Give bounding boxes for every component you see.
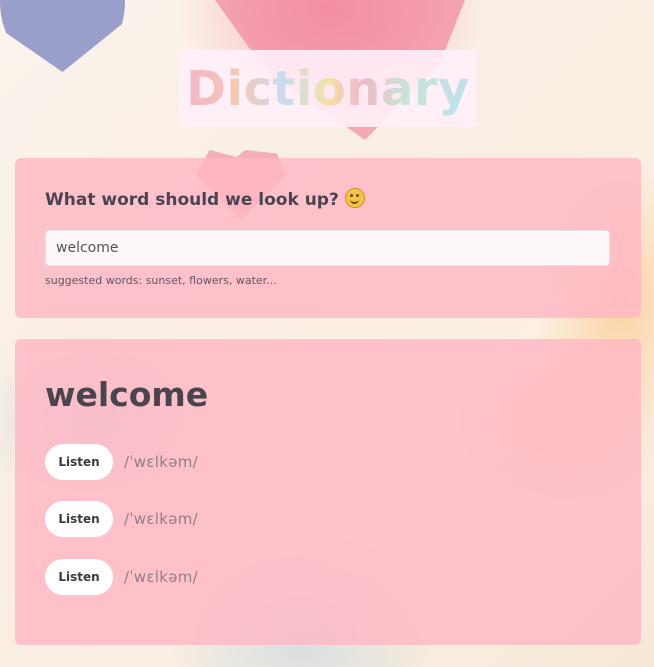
result-word: welcome <box>45 375 209 414</box>
phonetic-text: /ˈwɛlkəm/ <box>124 510 199 528</box>
listen-button[interactable]: Listen <box>45 444 113 480</box>
phonetic-row: Listen /ˈwɛlkəm/ <box>45 559 198 595</box>
phonetic-row: Listen /ˈwɛlkəm/ <box>45 501 198 537</box>
search-prompt-text: What word should we look up? <box>45 190 339 210</box>
suggested-words-hint: suggested words: sunset, flowers, water.… <box>45 274 277 287</box>
smiling-face-icon <box>344 188 365 208</box>
phonetic-row: Listen /ˈwɛlkəm/ <box>45 444 198 480</box>
result-card: welcome Listen /ˈwɛlkəm/ Listen /ˈwɛlkəm… <box>15 339 641 645</box>
listen-button[interactable]: Listen <box>45 559 113 595</box>
background-blue-heart <box>0 0 125 72</box>
phonetic-text: /ˈwɛlkəm/ <box>124 568 199 586</box>
listen-button[interactable]: Listen <box>45 501 113 537</box>
phonetic-text: /ˈwɛlkəm/ <box>124 453 199 471</box>
search-input[interactable] <box>45 230 610 266</box>
app-title: Dictionary <box>186 60 470 117</box>
search-prompt: What word should we look up? <box>45 188 365 210</box>
search-card: What word should we look up? suggested w… <box>15 158 641 318</box>
app-header: Dictionary <box>179 50 477 127</box>
